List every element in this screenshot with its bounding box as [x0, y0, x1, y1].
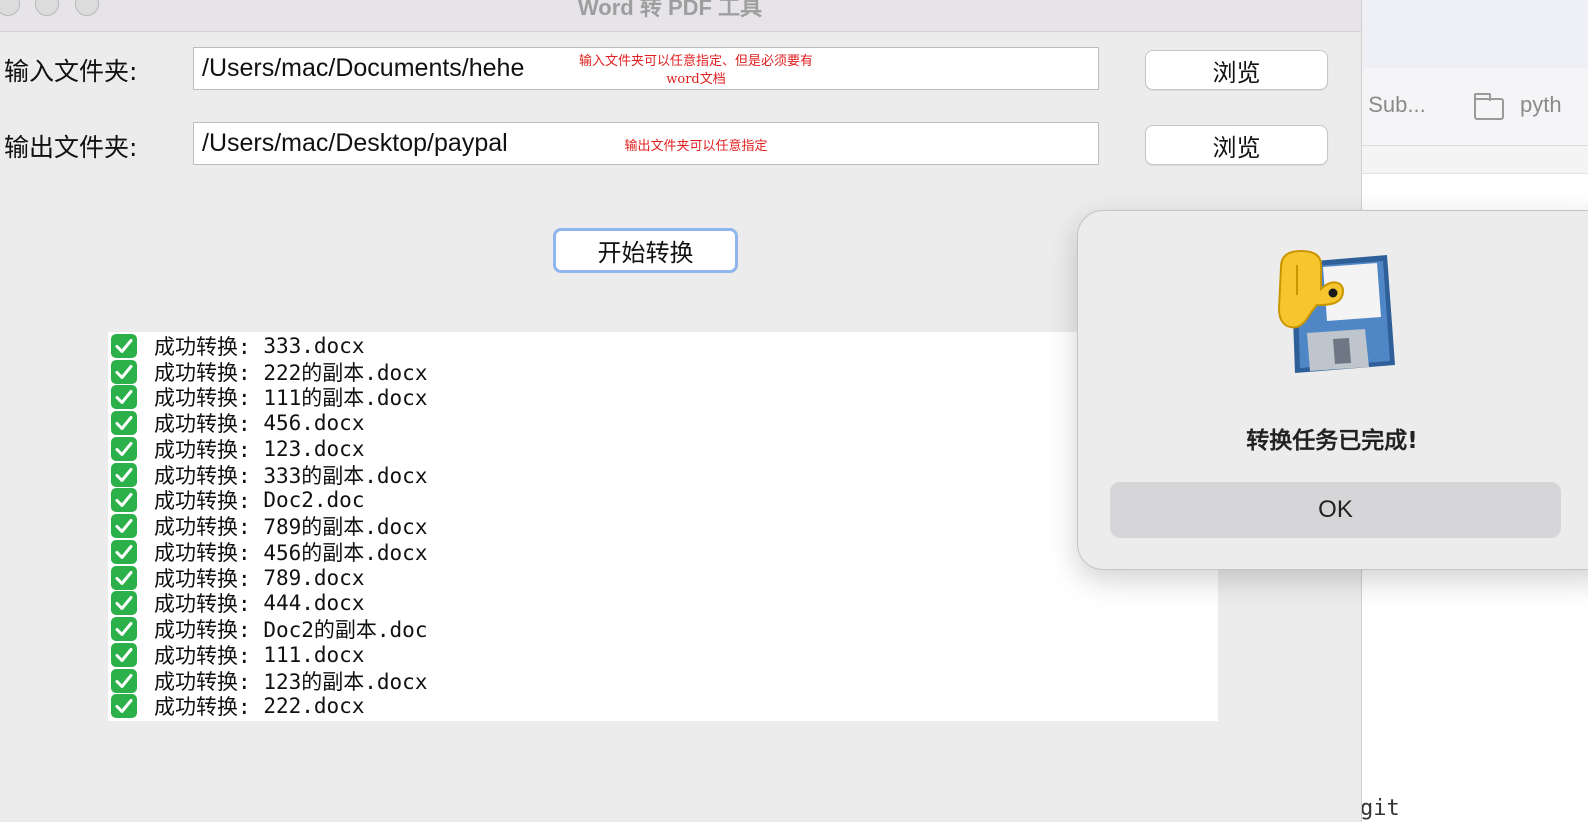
output-folder-label: 输出文件夹: — [4, 133, 138, 162]
input-folder-note: 输入文件夹可以任意指定、但是必须要有 word文档 — [560, 53, 832, 89]
output-folder-value: /Users/mac/Desktop/paypal — [202, 129, 508, 157]
background-tab-sub[interactable]: ] Sub... — [1356, 92, 1426, 118]
check-mark-icon — [111, 488, 137, 513]
log-row: 成功转换: 456的副本.docx — [108, 539, 1218, 565]
check-mark-icon — [111, 694, 137, 719]
check-mark-icon — [111, 668, 137, 693]
completion-dialog: 转换任务已完成! OK — [1077, 210, 1588, 570]
log-row: 成功转换: 222.docx — [108, 694, 1218, 720]
log-row: 成功转换: 789的副本.docx — [108, 513, 1218, 539]
background-toolbar — [1362, 0, 1588, 68]
log-row: 成功转换: 123的副本.docx — [108, 668, 1218, 694]
start-convert-button[interactable]: 开始转换 — [553, 228, 738, 273]
browse-output-button[interactable]: 浏览 — [1145, 125, 1328, 165]
background-tab-bar: ] Sub... pyth — [1356, 68, 1588, 146]
log-row: 成功转换: 123.docx — [108, 436, 1218, 462]
check-mark-icon — [111, 359, 137, 384]
input-folder-note-line1: 输入文件夹可以任意指定、但是必须要有 — [578, 54, 813, 69]
check-mark-icon — [111, 333, 137, 358]
log-filename: 456的副本.docx — [263, 540, 428, 565]
log-row: 成功转换: 333.docx — [108, 333, 1218, 359]
dialog-message: 转换任务已完成! — [1246, 428, 1418, 454]
log-filename: 789.docx — [263, 565, 365, 590]
log-row: 成功转换: 456.docx — [108, 410, 1218, 436]
log-filename: 111.docx — [263, 642, 365, 667]
folder-icon — [1474, 93, 1504, 120]
log-prefix: 成功转换: — [154, 695, 251, 720]
log-row: 成功转换: 222的副本.docx — [108, 359, 1218, 385]
input-folder-note-line2: word文档 — [666, 72, 726, 87]
log-row: 成功转换: 111.docx — [108, 642, 1218, 668]
check-mark-icon — [111, 591, 137, 616]
check-mark-icon — [111, 642, 137, 667]
check-mark-icon — [111, 539, 137, 564]
log-row: 成功转换: 111的副本.docx — [108, 385, 1218, 411]
check-mark-icon — [111, 411, 137, 436]
log-filename: 123.docx — [263, 436, 365, 461]
input-folder-label: 输入文件夹: — [4, 57, 138, 86]
browse-input-button[interactable]: 浏览 — [1145, 50, 1328, 90]
log-filename: 111的副本.docx — [263, 386, 428, 411]
log-filename: 333的副本.docx — [263, 463, 428, 488]
log-row: 成功转换: Doc2.doc — [108, 488, 1218, 513]
log-row: 成功转换: 333的副本.docx — [108, 462, 1218, 488]
log-filename: 444.docx — [263, 591, 365, 616]
check-mark-icon — [111, 617, 137, 642]
python-launcher-icon — [1277, 249, 1395, 373]
background-strip — [1362, 146, 1588, 174]
log-filename: 456.docx — [263, 411, 365, 436]
log-row: 成功转换: Doc2的副本.doc — [108, 616, 1218, 642]
check-mark-icon — [111, 385, 137, 410]
window-title: Word 转 PDF 工具 — [577, 0, 763, 20]
check-mark-icon — [111, 565, 137, 590]
log-row: 成功转换: 444.docx — [108, 591, 1218, 616]
log-filename: 123的副本.docx — [263, 669, 428, 694]
input-folder-value: /Users/mac/Documents/hehe — [202, 54, 525, 82]
titlebar: Word 转 PDF 工具 — [0, 0, 1361, 32]
output-folder-note: 输出文件夹可以任意指定 — [624, 139, 768, 154]
log-filename: Doc2.doc — [263, 488, 365, 513]
check-mark-icon — [111, 436, 137, 461]
log-row: 成功转换: 789.docx — [108, 565, 1218, 591]
check-mark-icon — [111, 514, 137, 539]
conversion-log[interactable]: 成功转换: 333.docx 成功转换: 222的副本.docx 成功转换: 111… — [108, 332, 1218, 721]
log-filename: 333.docx — [263, 333, 365, 358]
background-tab-python[interactable]: pyth — [1520, 92, 1562, 118]
log-filename: Doc2的副本.doc — [263, 618, 428, 643]
check-mark-icon — [111, 462, 137, 487]
log-filename: 222.docx — [263, 694, 365, 719]
background-text: git — [1360, 796, 1400, 821]
ok-button[interactable]: OK — [1110, 482, 1561, 538]
